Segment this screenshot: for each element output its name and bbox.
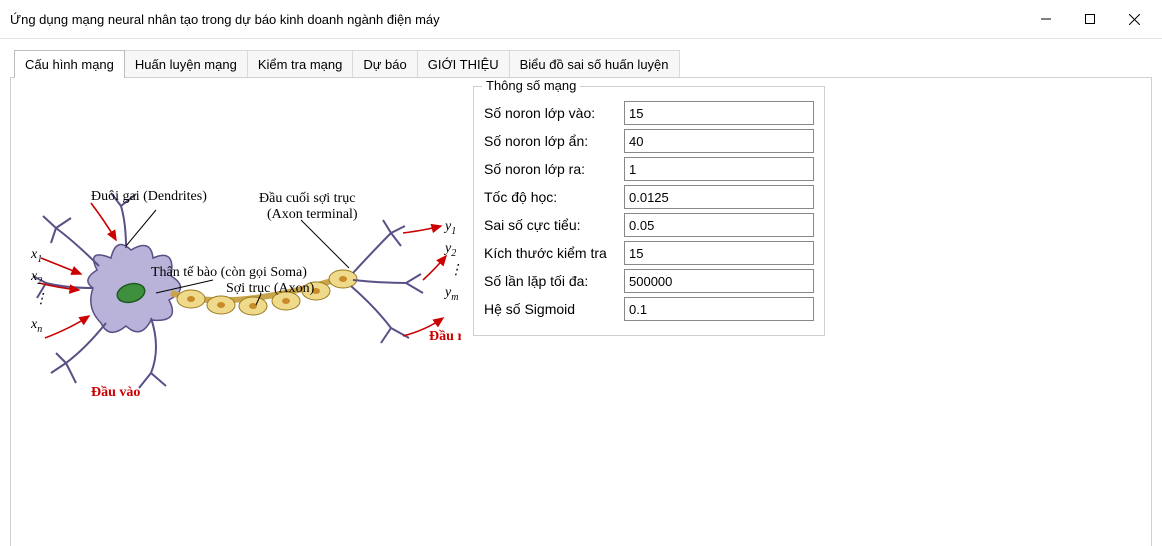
input-input-neurons[interactable] [624,101,814,125]
tab-label: Dự báo [363,57,406,72]
svg-text:xn: xn [31,317,42,335]
tab-huan-luyen-mang[interactable]: Huấn luyện mạng [124,50,248,78]
tab-label: Huấn luyện mạng [135,57,237,72]
tab-label: Biểu đồ sai số huấn luyện [520,57,669,72]
input-output-neurons[interactable] [624,157,814,181]
group-legend: Thông số mạng [482,78,580,93]
app-window: Ứng dụng mạng neural nhân tạo trong dự b… [0,0,1162,546]
neuron-svg: Đuôi gai (Dendrites) Đầu cuối sợi trục (… [31,188,461,408]
input-learning-rate[interactable] [624,185,814,209]
tab-label: GIỚI THIỆU [428,57,499,72]
row-sigmoid-coef: Hệ số Sigmoid [484,297,814,321]
label-input-neurons: Số noron lớp vào: [484,105,624,121]
network-params-group: Thông số mạng Số noron lớp vào: Số noron… [473,86,825,336]
row-input-neurons: Số noron lớp vào: [484,101,814,125]
tab-label: Kiểm tra mạng [258,57,343,72]
input-min-error[interactable] [624,213,814,237]
close-icon [1129,14,1140,25]
label-learning-rate: Tốc độ học: [484,189,624,205]
label-test-size: Kích thước kiểm tra [484,245,624,261]
maximize-icon [1085,14,1095,24]
tab-cau-hinh-mang[interactable]: Cấu hình mạng [14,50,125,78]
y-symbols: y1 y2 ⋮ ym [443,219,461,303]
tab-gioi-thieu[interactable]: GIỚI THIỆU [417,50,510,78]
tab-panel-cau-hinh-mang: Thông số mạng Số noron lớp vào: Số noron… [10,77,1152,546]
svg-text:x1: x1 [31,247,42,265]
tab-bieu-do-sai-so[interactable]: Biểu đồ sai số huấn luyện [509,50,680,78]
input-max-iter[interactable] [624,269,814,293]
svg-text:⋮: ⋮ [34,292,48,307]
axon-terminals [351,220,423,343]
input-test-size[interactable] [624,241,814,265]
client-area: Cấu hình mạng Huấn luyện mạng Kiểm tra m… [0,39,1162,546]
row-output-neurons: Số noron lớp ra: [484,157,814,181]
svg-text:y1: y1 [443,219,456,237]
label-sigmoid-coef: Hệ số Sigmoid [484,301,624,317]
label-soma: Thân tế bào (còn gọi Soma) [151,265,307,280]
neuron-diagram: Đuôi gai (Dendrites) Đầu cuối sợi trục (… [31,188,461,408]
label-output: Đầu ra [429,329,461,344]
tab-label: Cấu hình mạng [25,57,114,72]
tab-kiem-tra-mang[interactable]: Kiểm tra mạng [247,50,354,78]
svg-text:x2: x2 [31,269,42,287]
label-hidden-neurons: Số noron lớp ẩn: [484,133,624,149]
close-button[interactable] [1112,6,1156,32]
window-title: Ứng dụng mạng neural nhân tạo trong dự b… [10,12,440,27]
label-axon-terminal-2: (Axon terminal) [267,207,358,222]
window-controls [1024,6,1156,32]
label-min-error: Sai số cực tiểu: [484,217,624,233]
input-sigmoid-coef[interactable] [624,297,814,321]
row-test-size: Kích thước kiểm tra [484,241,814,265]
tab-strip: Cấu hình mạng Huấn luyện mạng Kiểm tra m… [14,49,1152,77]
label-max-iter: Số lần lặp tối đa: [484,273,624,289]
svg-text:⋮: ⋮ [449,263,461,278]
label-axon-terminal-1: Đầu cuối sợi trục [259,191,355,206]
label-dendrites: Đuôi gai (Dendrites) [91,189,207,204]
label-output-neurons: Số noron lớp ra: [484,161,624,177]
label-axon: Sợi trục (Axon) [226,281,315,296]
titlebar: Ứng dụng mạng neural nhân tạo trong dự b… [0,0,1162,39]
tab-du-bao[interactable]: Dự báo [352,50,417,78]
svg-text:ym: ym [443,285,458,303]
row-learning-rate: Tốc độ học: [484,185,814,209]
maximize-button[interactable] [1068,6,1112,32]
minimize-button[interactable] [1024,6,1068,32]
row-max-iter: Số lần lặp tối đa: [484,269,814,293]
minimize-icon [1041,14,1051,24]
label-input: Đầu vào [91,385,140,400]
input-hidden-neurons[interactable] [624,129,814,153]
row-min-error: Sai số cực tiểu: [484,213,814,237]
row-hidden-neurons: Số noron lớp ẩn: [484,129,814,153]
